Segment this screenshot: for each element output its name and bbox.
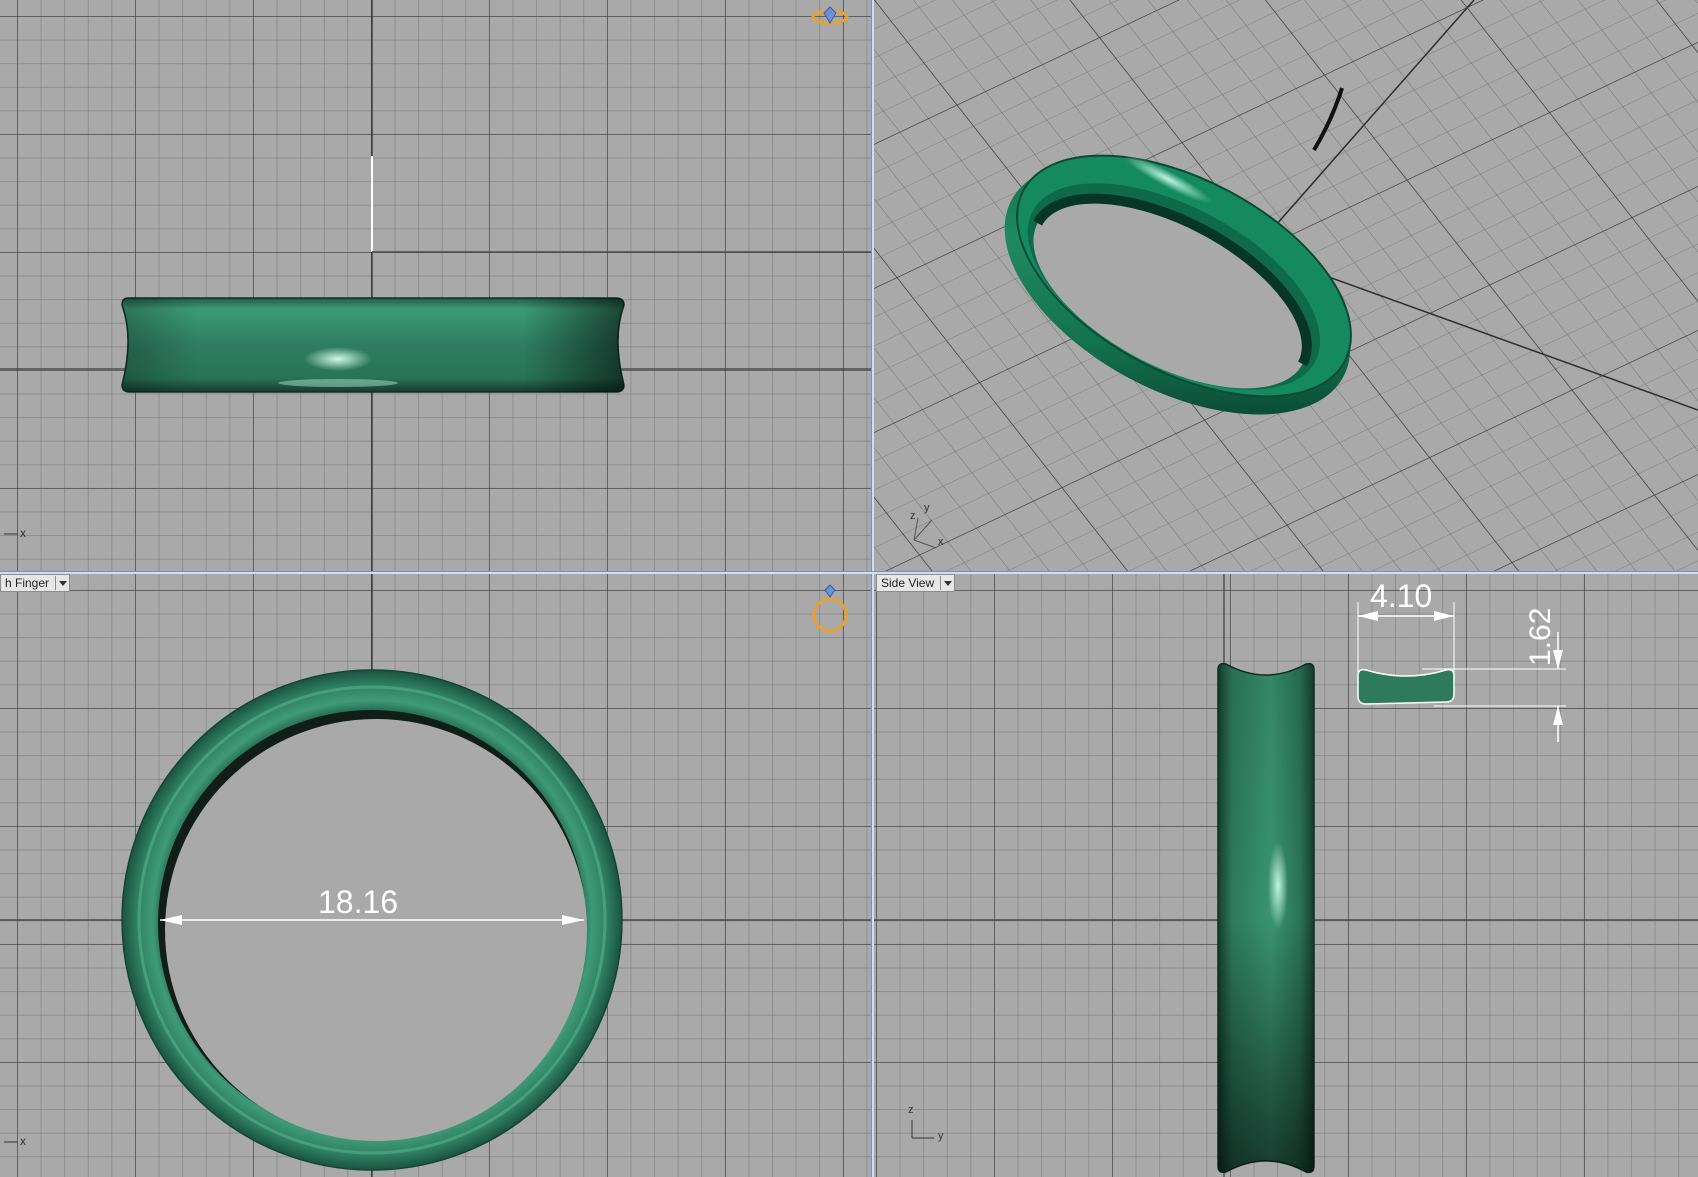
axis-x-label: x <box>20 526 26 540</box>
viewport-front[interactable]: x <box>0 0 871 571</box>
ring-gem-icon[interactable] <box>811 6 849 25</box>
origin-marker <box>371 156 871 253</box>
view-label-text: h Finger <box>5 576 50 590</box>
profile-cross-section[interactable] <box>1357 668 1455 705</box>
axis-x-label: x <box>938 536 944 548</box>
view-label-text: Side View <box>881 576 935 590</box>
ring-side-view[interactable] <box>1217 662 1315 1174</box>
axis-z-label: z <box>908 1104 914 1116</box>
view-selector[interactable]: h Finger <box>0 574 71 592</box>
chevron-down-icon[interactable] <box>55 576 68 590</box>
axis-y-label: y <box>938 1130 944 1142</box>
axis-x-label: x <box>20 1134 26 1148</box>
ring-top-icon[interactable] <box>812 584 848 633</box>
inner-diameter-value: 18.16 <box>318 884 399 920</box>
viewport-divider-horizontal[interactable] <box>0 571 1698 574</box>
chevron-down-icon[interactable] <box>940 576 953 590</box>
axis-indicator <box>911 1120 934 1139</box>
width-value: 4.10 <box>1370 578 1433 614</box>
axis-z-label: z <box>910 510 916 522</box>
thickness-value: 1.62 <box>1524 607 1557 666</box>
view-selector[interactable]: Side View <box>876 574 956 592</box>
axis-y-label: y <box>924 502 930 514</box>
viewport-top[interactable]: h Finger 18.16 x <box>0 574 871 1177</box>
ring-front-view[interactable] <box>121 297 625 393</box>
viewport-side[interactable]: Side View 4.10 1.62 z y <box>874 574 1698 1177</box>
viewport-divider-vertical[interactable] <box>871 0 874 1177</box>
viewport-perspective[interactable]: z y x <box>874 0 1698 571</box>
